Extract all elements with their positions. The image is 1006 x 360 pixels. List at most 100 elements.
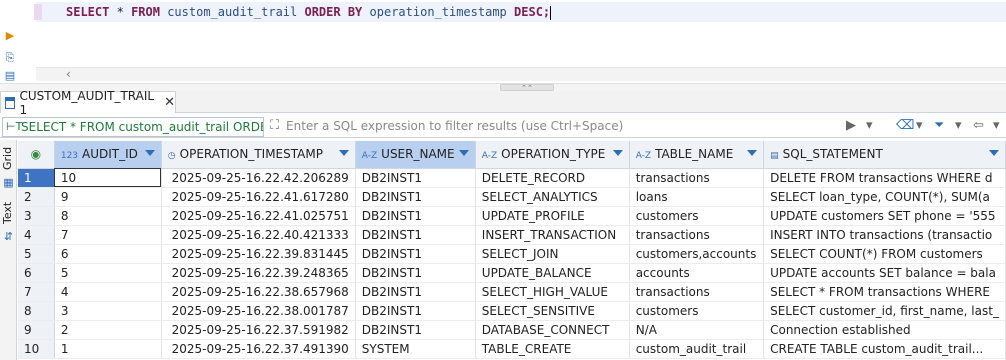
row-number[interactable]: 5 — [18, 244, 55, 264]
sort-icon[interactable] — [989, 150, 999, 156]
execute-statement-icon[interactable]: ▶ — [4, 30, 16, 42]
sql-editor[interactable]: ▶ ⎘ ▤ SELECT * FROM custom_audit_trail O… — [0, 0, 1006, 83]
table-cell[interactable]: 4 — [54, 282, 162, 302]
table-cell[interactable]: UPDATE_BALANCE — [475, 263, 630, 283]
table-row[interactable]: 7 4 2025-09-25-16.22.38.657968 DB2INST1 SELE… — [18, 282, 1006, 302]
table-cell[interactable]: SELECT_ANALYTICS — [475, 187, 630, 207]
table-cell[interactable]: custom_audit_trail — [629, 339, 765, 359]
table-cell[interactable]: SELECT_SENSITIVE — [475, 301, 630, 321]
row-number[interactable]: 8 — [18, 301, 55, 321]
back-dropdown-icon[interactable]: ▾ — [993, 118, 1000, 133]
table-cell[interactable]: loans — [629, 187, 765, 207]
eraser-dropdown-icon[interactable]: ▾ — [916, 118, 923, 133]
table-cell[interactable]: transactions — [629, 282, 765, 302]
table-cell[interactable]: TABLE_CREATE — [475, 339, 630, 359]
table-cell[interactable]: DB2INST1 — [355, 301, 476, 321]
sort-icon[interactable] — [747, 150, 758, 156]
splitter-grip-icon[interactable]: ⌃⌃ — [500, 84, 554, 92]
table-cell[interactable]: 2025-09-25-16.22.39.831445 — [161, 244, 356, 264]
back-arrow-icon[interactable]: ⇦ — [973, 118, 984, 133]
filter-dropdown-icon[interactable]: ▾ — [955, 118, 962, 133]
script-icon[interactable]: ▤ — [4, 70, 16, 82]
table-cell[interactable]: customers — [629, 206, 765, 226]
table-row[interactable]: 1 10 2025-09-25-16.22.42.206289 DB2INST1 DEL… — [18, 168, 1006, 188]
row-number[interactable]: 7 — [18, 282, 55, 302]
table-cell[interactable]: SELECT customer_id, first_name, last_ — [763, 301, 1006, 321]
table-cell[interactable]: DB2INST1 — [355, 187, 476, 207]
apply-filter-icon[interactable]: ▶ — [846, 118, 856, 133]
filter-history-dropdown-icon[interactable]: ▾ — [866, 118, 873, 133]
table-cell[interactable]: N/A — [629, 320, 765, 340]
table-cell[interactable]: 1 — [54, 339, 162, 359]
table-cell[interactable]: DB2INST1 — [355, 225, 476, 245]
table-cell[interactable]: 3 — [54, 301, 162, 321]
table-cell[interactable]: DB2INST1 — [355, 263, 476, 283]
close-icon[interactable]: ✕ — [164, 95, 175, 110]
table-cell[interactable]: customers,accounts — [629, 244, 765, 264]
row-number[interactable]: 6 — [18, 263, 55, 283]
table-cell[interactable]: 7 — [54, 225, 162, 245]
table-cell[interactable]: DB2INST1 — [355, 320, 476, 340]
column-header-sql-statement[interactable]: ▤ SQL_STATEMENT — [763, 141, 1006, 169]
table-cell[interactable]: 5 — [54, 263, 162, 283]
select-all-corner[interactable]: ◉ — [18, 141, 55, 169]
text-view-tab[interactable]: Text — [1, 200, 16, 226]
column-header-audit-id[interactable]: 123 AUDIT_ID — [54, 141, 162, 169]
table-cell[interactable]: INSERT_TRANSACTION — [475, 225, 630, 245]
table-cell[interactable]: 2025-09-25-16.22.38.001787 — [161, 301, 356, 321]
table-cell[interactable]: 2025-09-25-16.22.42.206289 — [161, 168, 356, 188]
table-cell[interactable]: DELETE FROM transactions WHERE d — [763, 168, 1006, 188]
panels-icon[interactable]: ⇵ — [2, 230, 15, 243]
table-cell[interactable]: 2025-09-25-16.22.41.617280 — [161, 187, 356, 207]
table-cell[interactable]: DB2INST1 — [355, 282, 476, 302]
row-number[interactable]: 10 — [18, 339, 55, 359]
table-cell[interactable]: accounts — [629, 263, 765, 283]
table-cell[interactable]: 10 — [54, 168, 162, 188]
clear-filter-icon[interactable]: ⌫ — [896, 118, 914, 133]
sort-icon[interactable] — [144, 150, 155, 156]
row-number[interactable]: 1 — [18, 168, 55, 188]
table-cell[interactable]: customers — [629, 301, 765, 321]
table-cell[interactable]: 2025-09-25-16.22.40.421333 — [161, 225, 356, 245]
results-grid[interactable]: ◉ 123 AUDIT_ID ◷ OPERATION_TIMESTAMP A-Z US… — [18, 141, 1006, 360]
row-number[interactable]: 2 — [18, 187, 55, 207]
column-header-table-name[interactable]: A-Z TABLE_NAME — [629, 141, 765, 169]
sort-icon[interactable] — [458, 150, 469, 156]
table-row[interactable]: 8 3 2025-09-25-16.22.38.001787 DB2INST1 SELE… — [18, 301, 1006, 321]
table-row[interactable]: 2 9 2025-09-25-16.22.41.617280 DB2INST1 SELE… — [18, 187, 1006, 207]
column-header-operation-type[interactable]: A-Z OPERATION_TYPE — [475, 141, 630, 169]
table-cell[interactable]: DB2INST1 — [355, 206, 476, 226]
table-row[interactable]: 10 1 2025-09-25-16.22.37.491390 SYSTEM TABLE… — [18, 339, 1006, 359]
filter-input[interactable]: Enter a SQL expression to filter results… — [286, 117, 842, 137]
tab-custom-audit-trail[interactable]: CUSTOM_AUDIT_TRAIL 1 ✕ — [0, 89, 176, 117]
table-cell[interactable]: DB2INST1 — [355, 244, 476, 264]
table-cell[interactable]: 2025-09-25-16.22.38.657968 — [161, 282, 356, 302]
filter-expand-icon[interactable]: ⛶ — [270, 118, 279, 133]
column-header-operation-timestamp[interactable]: ◷ OPERATION_TIMESTAMP — [161, 141, 356, 169]
table-cell[interactable]: 2025-09-25-16.22.41.025751 — [161, 206, 356, 226]
table-cell[interactable]: SYSTEM — [355, 339, 476, 359]
table-cell[interactable]: INSERT INTO transactions (transactio — [763, 225, 1006, 245]
table-cell[interactable]: DATABASE_CONNECT — [475, 320, 630, 340]
table-cell[interactable]: UPDATE accounts SET balance = bala — [763, 263, 1006, 283]
scroll-left-icon[interactable]: ‹ — [66, 67, 71, 81]
table-cell[interactable]: 2025-09-25-16.22.37.491390 — [161, 339, 356, 359]
table-cell[interactable]: 2025-09-25-16.22.39.248365 — [161, 263, 356, 283]
table-cell[interactable]: 2025-09-25-16.22.37.591982 — [161, 320, 356, 340]
sort-icon[interactable] — [338, 150, 349, 156]
table-row[interactable]: 4 7 2025-09-25-16.22.40.421333 DB2INST1 INSE… — [18, 225, 1006, 245]
table-row[interactable]: 3 8 2025-09-25-16.22.41.025751 DB2INST1 UPDA… — [18, 206, 1006, 226]
grid-view-tab[interactable]: Grid — [1, 144, 16, 172]
row-number[interactable]: 3 — [18, 206, 55, 226]
table-cell[interactable]: SELECT loan_type, COUNT(*), SUM(a — [763, 187, 1006, 207]
table-cell[interactable]: UPDATE customers SET phone = '555 — [763, 206, 1006, 226]
table-cell[interactable]: CREATE TABLE custom_audit_trail... — [763, 339, 1006, 359]
table-cell[interactable]: 6 — [54, 244, 162, 264]
table-cell[interactable]: SELECT * FROM transactions WHERE — [763, 282, 1006, 302]
table-cell[interactable]: 2 — [54, 320, 162, 340]
active-query-field[interactable]: ⊢T SELECT * FROM custom_audit_trail ORDE… — [2, 117, 264, 137]
filter-icon[interactable]: ⏷ — [934, 118, 944, 133]
column-header-user-name[interactable]: A-Z USER_NAME — [355, 141, 476, 169]
sql-text[interactable]: SELECT * FROM custom_audit_trail ORDER B… — [66, 4, 552, 20]
table-cell[interactable]: DB2INST1 — [355, 168, 476, 188]
